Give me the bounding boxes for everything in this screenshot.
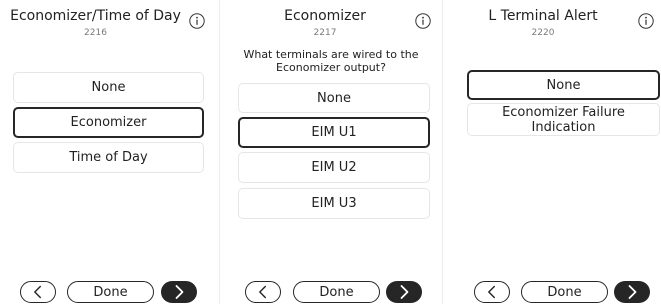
panel-divider	[442, 0, 443, 304]
setting-code: 2216	[84, 28, 107, 38]
back-button[interactable]	[20, 281, 56, 303]
option-label: Economizer Failure Indication	[502, 104, 625, 135]
chevron-right-icon	[175, 285, 184, 299]
option-eim-u1[interactable]: EIM U1	[238, 117, 430, 148]
option-economizer-failure-indication[interactable]: Economizer Failure Indication	[467, 103, 660, 136]
next-button[interactable]	[161, 281, 197, 303]
setting-code: 2220	[531, 28, 555, 38]
chevron-left-icon	[488, 285, 495, 299]
chevron-left-icon	[34, 285, 41, 299]
done-label: Done	[93, 284, 128, 300]
option-none[interactable]: None	[13, 72, 204, 103]
option-label: None	[317, 90, 351, 106]
option-none[interactable]: None	[467, 70, 660, 100]
option-label: Time of Day	[69, 150, 148, 165]
done-button[interactable]: Done	[67, 281, 154, 303]
done-label: Done	[547, 284, 582, 300]
panel-economizer: Economizer 2217 What terminals are wired…	[224, 0, 438, 304]
option-time-of-day[interactable]: Time of Day	[13, 142, 204, 173]
page-title: Economizer	[284, 8, 366, 24]
chevron-left-icon	[259, 285, 266, 299]
option-eim-u2[interactable]: EIM U2	[238, 152, 430, 183]
panel-divider	[219, 0, 220, 304]
option-label: EIM U3	[311, 196, 357, 211]
next-button[interactable]	[386, 281, 422, 303]
option-eim-u3[interactable]: EIM U3	[238, 188, 430, 219]
info-icon[interactable]	[189, 13, 205, 29]
option-label: None	[546, 77, 581, 93]
chevron-right-icon	[400, 285, 409, 299]
info-icon[interactable]	[415, 13, 431, 29]
question-text: What terminals are wired to the Economiz…	[243, 48, 419, 74]
page-title: L Terminal Alert	[488, 8, 598, 24]
option-label: Economizer	[70, 115, 147, 130]
panel-l-terminal-alert: L Terminal Alert 2220 None Economizer Fa…	[447, 0, 661, 304]
chevron-right-icon	[628, 285, 637, 299]
option-label: EIM U1	[311, 125, 357, 140]
done-label: Done	[319, 284, 354, 300]
info-icon[interactable]	[638, 13, 654, 29]
back-button[interactable]	[474, 281, 510, 303]
page-title: Economizer/Time of Day	[10, 8, 181, 24]
option-economizer[interactable]: Economizer	[13, 107, 204, 138]
done-button[interactable]: Done	[521, 281, 608, 303]
done-button[interactable]: Done	[293, 281, 380, 303]
option-label: EIM U2	[311, 160, 357, 175]
option-none[interactable]: None	[238, 83, 430, 113]
option-label: None	[91, 80, 126, 95]
back-button[interactable]	[245, 281, 281, 303]
setting-code: 2217	[313, 28, 337, 38]
panel-economizer-time-of-day: Economizer/Time of Day 2216 None Economi…	[0, 0, 215, 304]
next-button[interactable]	[614, 281, 650, 303]
